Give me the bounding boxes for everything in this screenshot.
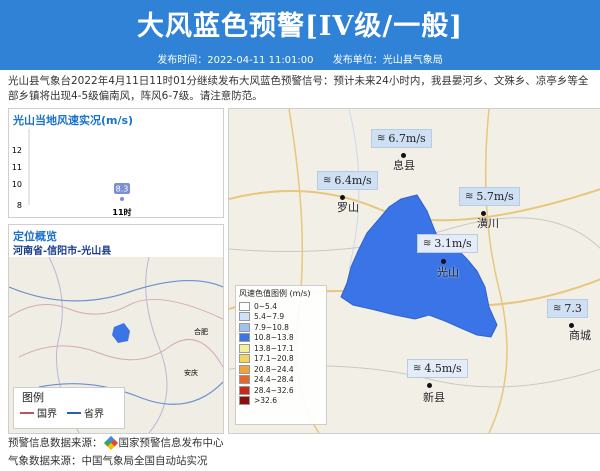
- wind-legend-swatch: [239, 385, 250, 395]
- publish-unit: 发布单位：光山县气象局: [332, 55, 443, 66]
- wind-label-xinxian: ≋ 4.5m/s: [407, 359, 468, 378]
- national-border-swatch: [20, 411, 34, 414]
- wind-legend-item: 24.4~28.4: [236, 375, 326, 386]
- overview-legend-title: 图例: [22, 391, 44, 404]
- y-tick-11: 11: [12, 163, 22, 172]
- wind-legend-swatch: [239, 354, 250, 364]
- city-luoshan: 罗山: [337, 201, 359, 214]
- warning-source-line: 预警信息数据来源： 国家预警信息发布中心: [8, 435, 224, 450]
- wind-label-shangcheng: ≋ 7.3: [547, 299, 588, 318]
- city-shangcheng: 商城: [569, 329, 591, 342]
- weather-source-line: 气象数据来源：中国气象局全国自动站实况: [8, 455, 208, 467]
- wind-icon: ≋: [465, 191, 474, 202]
- wind-legend-swatch: [239, 333, 250, 343]
- wind-icon: ≋: [377, 133, 386, 144]
- wind-icon: ≋: [413, 363, 422, 374]
- wind-legend-label: 20.8~24.4: [254, 364, 294, 374]
- warning-title: 大风蓝色预警[IV级/一般]: [137, 11, 463, 42]
- wind-legend-swatch: [239, 364, 250, 374]
- warning-description: 光山县气象台2022年4月11日11时01分继续发布大风蓝色预警信号：预计未来2…: [8, 75, 589, 102]
- wind-legend-item: 20.8~24.4: [236, 364, 326, 375]
- location-path: 河南省-信阳市-光山县: [13, 246, 112, 257]
- wind-legend-title: 风速色值图例 (m/s): [239, 289, 311, 298]
- wind-legend-label: >32.6: [254, 396, 277, 406]
- city-huangchuan: 潢川: [477, 217, 499, 230]
- location-panel: 定位概览 河南省-信阳市-光山县 合肥 安庆 图例 国界 省界: [8, 224, 224, 434]
- overview-label-hefei: 合肥: [194, 327, 208, 336]
- wind-legend-label: 7.9~10.8: [254, 322, 289, 332]
- wind-legend-label: 10.8~13.8: [254, 333, 294, 343]
- wind-speed-panel: 光山当地风速实况(m/s) 12 11 10 9 8 8.3 11时: [8, 108, 224, 218]
- city-xinxian: 新县: [423, 391, 445, 404]
- wind-icon: ≋: [553, 303, 562, 314]
- county-wind-area: [340, 194, 498, 338]
- data-point: [120, 197, 124, 201]
- wind-legend-item: 13.8~17.1: [236, 343, 326, 354]
- wind-legend-item: >32.6: [236, 396, 326, 407]
- wind-legend-item: 28.4~32.6: [236, 385, 326, 396]
- wind-legend-rows: 0~5.4 5.4~7.9 7.9~10.8 10.8~13.8 13.8~17.1 17…: [236, 301, 326, 406]
- city-xixian: 息县: [393, 159, 415, 172]
- y-tick-12: 12: [12, 146, 22, 155]
- wind-legend-swatch: [239, 375, 250, 385]
- overview-legend: 图例 国界 省界: [13, 387, 125, 429]
- wind-legend-label: 28.4~32.6: [254, 385, 294, 395]
- wind-color-legend: 风速色值图例 (m/s) 0~5.4 5.4~7.9 7.9~10.8 10.8~13…: [235, 285, 327, 425]
- data-point-label: 8.3: [116, 185, 129, 194]
- wind-label-luoshan: ≋ 6.4m/s: [317, 171, 378, 190]
- warning-meta: 发布时间：2022-04-11 11:01:00 发布单位：光山县气象局: [0, 51, 600, 66]
- wind-legend-label: 24.4~28.4: [254, 375, 294, 385]
- wind-legend-label: 0~5.4: [254, 301, 277, 311]
- wind-icon: ≋: [323, 175, 332, 186]
- wind-legend-item: 7.9~10.8: [236, 322, 326, 333]
- wind-label-guangshan: ≋ 3.1m/s: [417, 234, 478, 253]
- national-border-label: 国界: [37, 409, 57, 420]
- wind-icon: ≋: [423, 238, 432, 249]
- publish-time: 发布时间：2022-04-11 11:01:00: [157, 55, 314, 66]
- y-tick-10: 10: [12, 180, 22, 189]
- wind-map[interactable]: ≋ 6.7m/s ≋ 6.4m/s ≋ 5.7m/s ≋ 3.1m/s ≋ 4.…: [228, 108, 600, 434]
- x-tick-11h: 11时: [112, 207, 131, 217]
- overview-county-highlight: [112, 323, 130, 343]
- warning-header: 大风蓝色预警[IV级/一般] 发布时间：2022-04-11 11:01:00 …: [0, 0, 600, 70]
- overview-label-anqing: 安庆: [184, 368, 198, 377]
- wind-speed-chart: 12 11 10 9 8 8.3 11时: [12, 129, 132, 217]
- warning-source-label: 预警信息数据来源：: [8, 437, 103, 449]
- wind-label-xixian: ≋ 6.7m/s: [371, 129, 432, 148]
- province-border-label: 省界: [84, 409, 104, 420]
- wind-legend-swatch: [239, 312, 250, 322]
- wind-legend-label: 13.8~17.1: [254, 343, 294, 353]
- y-tick-8: 8: [17, 201, 22, 210]
- wind-legend-swatch: [239, 322, 250, 332]
- city-guangshan: 光山: [437, 266, 459, 279]
- wind-legend-label: 5.4~7.9: [254, 312, 285, 322]
- wind-legend-label: 17.1~20.8: [254, 354, 294, 364]
- city-marker-xinxian: [427, 383, 432, 388]
- wind-label-huangchuan: ≋ 5.7m/s: [459, 187, 520, 206]
- warning-center-logo-icon: [103, 435, 118, 450]
- wind-legend-item: 0~5.4: [236, 301, 326, 312]
- wind-legend-swatch: [239, 396, 250, 406]
- wind-legend-swatch: [239, 343, 250, 353]
- warning-source-name[interactable]: 国家预警信息发布中心: [119, 435, 224, 450]
- wind-legend-swatch: [239, 301, 250, 311]
- wind-legend-item: 5.4~7.9: [236, 312, 326, 323]
- province-border-swatch: [67, 411, 81, 414]
- wind-legend-item: 10.8~13.8: [236, 333, 326, 344]
- wind-legend-item: 17.1~20.8: [236, 354, 326, 365]
